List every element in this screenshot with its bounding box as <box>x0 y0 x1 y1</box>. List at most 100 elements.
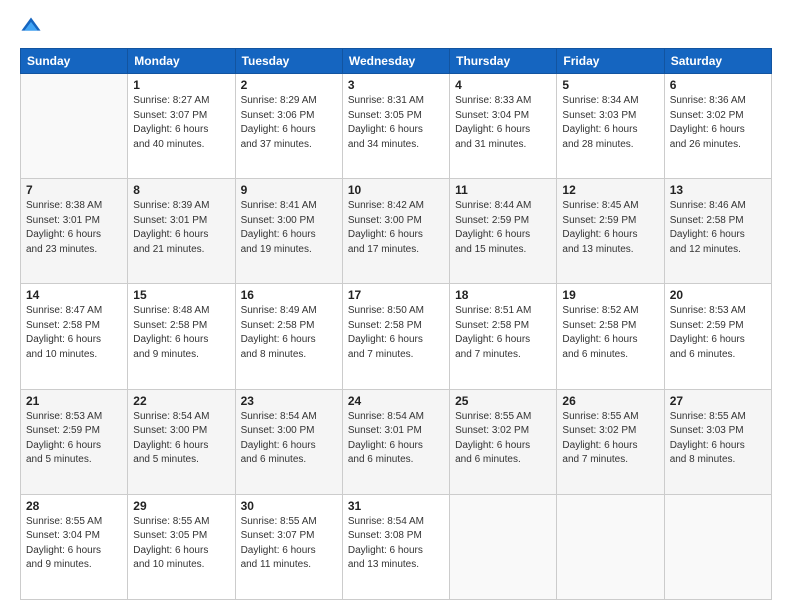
day-number: 14 <box>26 288 122 302</box>
calendar-cell: 12 Sunrise: 8:45 AM Sunset: 2:59 PM Dayli… <box>557 179 664 284</box>
day-number: 23 <box>241 394 337 408</box>
header <box>20 16 772 38</box>
logo-icon <box>20 16 42 38</box>
calendar-cell: 10 Sunrise: 8:42 AM Sunset: 3:00 PM Dayli… <box>342 179 449 284</box>
calendar-cell: 25Sunrise: 8:55 AM Sunset: 3:02 PM Dayli… <box>450 389 557 494</box>
day-info: Sunrise: 8:49 AM Sunset: 2:58 PM Dayligh… <box>241 304 337 362</box>
page: SundayMondayTuesdayWednesdayThursdayFrid… <box>0 0 792 612</box>
day-number: 17 <box>348 288 444 302</box>
day-info: Sunrise: 8:42 AM Sunset: 3:00 PM Dayligh… <box>348 199 444 257</box>
day-info: Sunrise: 8:55 AM Sunset: 3:03 PM Dayligh… <box>670 410 766 468</box>
day-number: 10 <box>348 183 444 197</box>
day-number: 6 <box>670 78 766 92</box>
day-number: 9 <box>241 183 337 197</box>
day-info: Sunrise: 8:38 AM Sunset: 3:01 PM Dayligh… <box>26 199 122 257</box>
day-info: Sunrise: 8:54 AM Sunset: 3:01 PM Dayligh… <box>348 410 444 468</box>
day-number: 5 <box>562 78 658 92</box>
day-info: Sunrise: 8:36 AM Sunset: 3:02 PM Dayligh… <box>670 94 766 152</box>
calendar-cell: 18 Sunrise: 8:51 AM Sunset: 2:58 PM Dayli… <box>450 284 557 389</box>
day-info: Sunrise: 8:27 AM Sunset: 3:07 PM Dayligh… <box>133 94 229 152</box>
day-number: 22 <box>133 394 229 408</box>
day-number: 2 <box>241 78 337 92</box>
logo <box>20 16 46 38</box>
day-number: 11 <box>455 183 551 197</box>
day-info: Sunrise: 8:55 AM Sunset: 3:07 PM Dayligh… <box>241 515 337 573</box>
day-info: Sunrise: 8:55 AM Sunset: 3:05 PM Dayligh… <box>133 515 229 573</box>
calendar-cell: 1 Sunrise: 8:27 AM Sunset: 3:07 PM Daylig… <box>128 74 235 179</box>
day-number: 21 <box>26 394 122 408</box>
day-info: Sunrise: 8:47 AM Sunset: 2:58 PM Dayligh… <box>26 304 122 362</box>
day-info: Sunrise: 8:29 AM Sunset: 3:06 PM Dayligh… <box>241 94 337 152</box>
day-info: Sunrise: 8:53 AM Sunset: 2:59 PM Dayligh… <box>670 304 766 362</box>
day-info: Sunrise: 8:34 AM Sunset: 3:03 PM Dayligh… <box>562 94 658 152</box>
calendar-cell: 17Sunrise: 8:50 AM Sunset: 2:58 PM Dayli… <box>342 284 449 389</box>
day-number: 1 <box>133 78 229 92</box>
calendar-cell: 27 Sunrise: 8:55 AM Sunset: 3:03 PM Dayli… <box>664 389 771 494</box>
day-info: Sunrise: 8:52 AM Sunset: 2:58 PM Dayligh… <box>562 304 658 362</box>
day-number: 27 <box>670 394 766 408</box>
day-number: 15 <box>133 288 229 302</box>
day-info: Sunrise: 8:46 AM Sunset: 2:58 PM Dayligh… <box>670 199 766 257</box>
calendar-table: SundayMondayTuesdayWednesdayThursdayFrid… <box>20 48 772 600</box>
day-info: Sunrise: 8:55 AM Sunset: 3:04 PM Dayligh… <box>26 515 122 573</box>
calendar-cell: 30 Sunrise: 8:55 AM Sunset: 3:07 PM Dayli… <box>235 494 342 599</box>
calendar-header-row: SundayMondayTuesdayWednesdayThursdayFrid… <box>21 49 772 74</box>
calendar-row: 7Sunrise: 8:38 AM Sunset: 3:01 PM Daylig… <box>21 179 772 284</box>
day-info: Sunrise: 8:48 AM Sunset: 2:58 PM Dayligh… <box>133 304 229 362</box>
calendar-cell: 7Sunrise: 8:38 AM Sunset: 3:01 PM Daylig… <box>21 179 128 284</box>
day-number: 20 <box>670 288 766 302</box>
day-number: 3 <box>348 78 444 92</box>
day-info: Sunrise: 8:54 AM Sunset: 3:00 PM Dayligh… <box>133 410 229 468</box>
day-info: Sunrise: 8:31 AM Sunset: 3:05 PM Dayligh… <box>348 94 444 152</box>
day-info: Sunrise: 8:53 AM Sunset: 2:59 PM Dayligh… <box>26 410 122 468</box>
day-number: 12 <box>562 183 658 197</box>
calendar-cell: 13 Sunrise: 8:46 AM Sunset: 2:58 PM Dayli… <box>664 179 771 284</box>
calendar-cell: 23 Sunrise: 8:54 AM Sunset: 3:00 PM Dayli… <box>235 389 342 494</box>
day-number: 8 <box>133 183 229 197</box>
weekday-header: Tuesday <box>235 49 342 74</box>
day-info: Sunrise: 8:44 AM Sunset: 2:59 PM Dayligh… <box>455 199 551 257</box>
day-number: 26 <box>562 394 658 408</box>
calendar-cell: 4Sunrise: 8:33 AM Sunset: 3:04 PM Daylig… <box>450 74 557 179</box>
day-info: Sunrise: 8:45 AM Sunset: 2:59 PM Dayligh… <box>562 199 658 257</box>
day-number: 28 <box>26 499 122 513</box>
day-number: 31 <box>348 499 444 513</box>
calendar-cell: 6 Sunrise: 8:36 AM Sunset: 3:02 PM Daylig… <box>664 74 771 179</box>
calendar-cell: 15 Sunrise: 8:48 AM Sunset: 2:58 PM Dayli… <box>128 284 235 389</box>
calendar-cell: 21 Sunrise: 8:53 AM Sunset: 2:59 PM Dayli… <box>21 389 128 494</box>
calendar-row: 28 Sunrise: 8:55 AM Sunset: 3:04 PM Dayli… <box>21 494 772 599</box>
calendar-cell: 28 Sunrise: 8:55 AM Sunset: 3:04 PM Dayli… <box>21 494 128 599</box>
calendar-cell: 14 Sunrise: 8:47 AM Sunset: 2:58 PM Dayli… <box>21 284 128 389</box>
calendar-cell: 11 Sunrise: 8:44 AM Sunset: 2:59 PM Dayli… <box>450 179 557 284</box>
weekday-header: Sunday <box>21 49 128 74</box>
calendar-cell: 2 Sunrise: 8:29 AM Sunset: 3:06 PM Daylig… <box>235 74 342 179</box>
calendar-cell <box>664 494 771 599</box>
calendar-cell: 5 Sunrise: 8:34 AM Sunset: 3:03 PM Daylig… <box>557 74 664 179</box>
day-number: 18 <box>455 288 551 302</box>
calendar-cell: 22 Sunrise: 8:54 AM Sunset: 3:00 PM Dayli… <box>128 389 235 494</box>
calendar-cell: 26 Sunrise: 8:55 AM Sunset: 3:02 PM Dayli… <box>557 389 664 494</box>
day-info: Sunrise: 8:51 AM Sunset: 2:58 PM Dayligh… <box>455 304 551 362</box>
calendar-cell <box>450 494 557 599</box>
day-info: Sunrise: 8:41 AM Sunset: 3:00 PM Dayligh… <box>241 199 337 257</box>
day-number: 30 <box>241 499 337 513</box>
calendar-cell: 9 Sunrise: 8:41 AM Sunset: 3:00 PM Daylig… <box>235 179 342 284</box>
day-info: Sunrise: 8:55 AM Sunset: 3:02 PM Dayligh… <box>562 410 658 468</box>
day-number: 16 <box>241 288 337 302</box>
weekday-header: Friday <box>557 49 664 74</box>
calendar-cell: 24Sunrise: 8:54 AM Sunset: 3:01 PM Dayli… <box>342 389 449 494</box>
calendar-row: 14 Sunrise: 8:47 AM Sunset: 2:58 PM Dayli… <box>21 284 772 389</box>
day-info: Sunrise: 8:54 AM Sunset: 3:08 PM Dayligh… <box>348 515 444 573</box>
day-number: 13 <box>670 183 766 197</box>
calendar-cell: 20 Sunrise: 8:53 AM Sunset: 2:59 PM Dayli… <box>664 284 771 389</box>
calendar-cell: 3 Sunrise: 8:31 AM Sunset: 3:05 PM Daylig… <box>342 74 449 179</box>
day-info: Sunrise: 8:55 AM Sunset: 3:02 PM Dayligh… <box>455 410 551 468</box>
calendar-cell <box>557 494 664 599</box>
calendar-cell: 16 Sunrise: 8:49 AM Sunset: 2:58 PM Dayli… <box>235 284 342 389</box>
day-info: Sunrise: 8:54 AM Sunset: 3:00 PM Dayligh… <box>241 410 337 468</box>
calendar-row: 21 Sunrise: 8:53 AM Sunset: 2:59 PM Dayli… <box>21 389 772 494</box>
weekday-header: Monday <box>128 49 235 74</box>
day-number: 29 <box>133 499 229 513</box>
calendar-cell: 8Sunrise: 8:39 AM Sunset: 3:01 PM Daylig… <box>128 179 235 284</box>
calendar-row: 1 Sunrise: 8:27 AM Sunset: 3:07 PM Daylig… <box>21 74 772 179</box>
